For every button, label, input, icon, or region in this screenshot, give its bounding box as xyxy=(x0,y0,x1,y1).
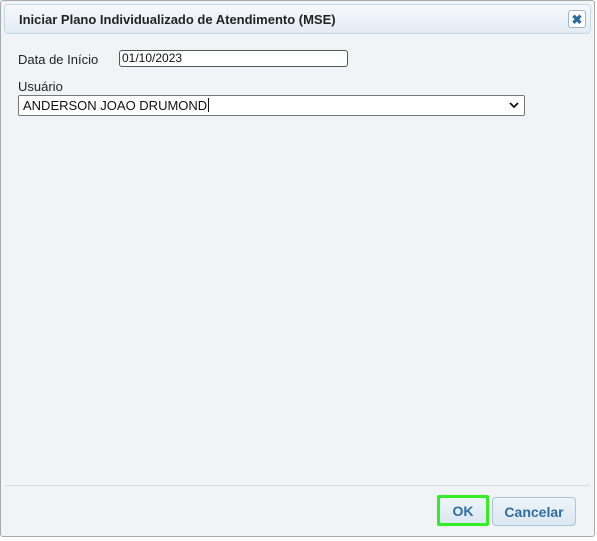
dialog-titlebar: Iniciar Plano Individualizado de Atendim… xyxy=(4,4,591,34)
start-date-input[interactable]: 01/10/2023 xyxy=(119,50,348,67)
chevron-down-icon xyxy=(509,102,519,109)
user-label: Usuário xyxy=(18,79,63,94)
dialog: Iniciar Plano Individualizado de Atendim… xyxy=(0,0,595,537)
close-button[interactable]: ✖ xyxy=(568,10,586,28)
text-caret xyxy=(208,98,210,112)
start-date-label: Data de Início xyxy=(18,52,99,67)
user-select-value: ANDERSON JOAO DRUMOND xyxy=(23,98,210,113)
user-select-text: ANDERSON JOAO DRUMOND xyxy=(23,98,208,113)
ok-button[interactable]: OK xyxy=(437,495,489,526)
user-select[interactable]: ANDERSON JOAO DRUMOND xyxy=(18,95,525,116)
footer-divider xyxy=(5,485,590,486)
dialog-title: Iniciar Plano Individualizado de Atendim… xyxy=(19,12,336,27)
close-icon: ✖ xyxy=(571,11,583,27)
dialog-content: Data de Início 01/10/2023 Usuário ANDERS… xyxy=(1,37,594,481)
cancel-button[interactable]: Cancelar xyxy=(492,497,576,526)
